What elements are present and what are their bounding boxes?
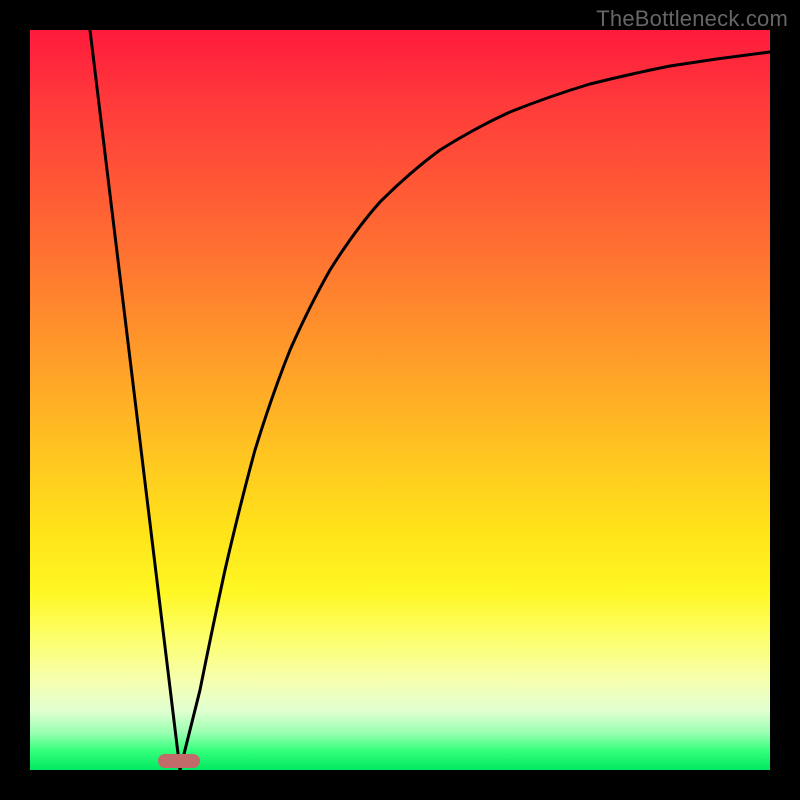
chart-frame: TheBottleneck.com bbox=[0, 0, 800, 800]
watermark-text: TheBottleneck.com bbox=[596, 6, 788, 32]
plot-area bbox=[30, 30, 770, 770]
optimum-marker bbox=[158, 754, 200, 768]
right-curve-path bbox=[180, 52, 770, 770]
left-line-path bbox=[90, 30, 180, 770]
curve-layer bbox=[30, 30, 770, 770]
